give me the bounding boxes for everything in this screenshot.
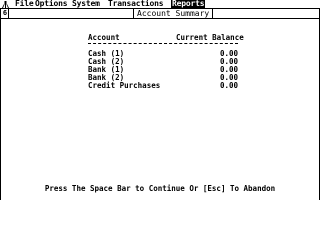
close-box-icon[interactable]: 6 xyxy=(2,9,9,18)
menu-file[interactable]: File xyxy=(15,0,34,8)
menu-options[interactable]: Options xyxy=(35,0,68,8)
column-header-current-balance: Current Balance xyxy=(176,33,244,42)
column-header-account: Account xyxy=(88,33,120,42)
atari-fuji-icon[interactable] xyxy=(2,1,9,8)
window-title-bar[interactable]: 6 Account Summary xyxy=(1,9,319,19)
continue-prompt: Press The Space Bar to Continue Or [Esc]… xyxy=(44,184,276,193)
row-account-label: Credit Purchases xyxy=(88,81,161,90)
menu-system[interactable]: System xyxy=(72,0,100,8)
window-title: Account Summary xyxy=(133,9,214,18)
header-divider xyxy=(88,43,238,44)
menu-bar: File Options System Transactions Reports xyxy=(0,0,320,9)
account-summary-window: 6 Account Summary xyxy=(0,9,320,200)
menu-reports[interactable]: Reports xyxy=(171,0,206,8)
row-balance-value: 0.00 xyxy=(219,81,238,90)
menu-transactions[interactable]: Transactions xyxy=(108,0,164,8)
